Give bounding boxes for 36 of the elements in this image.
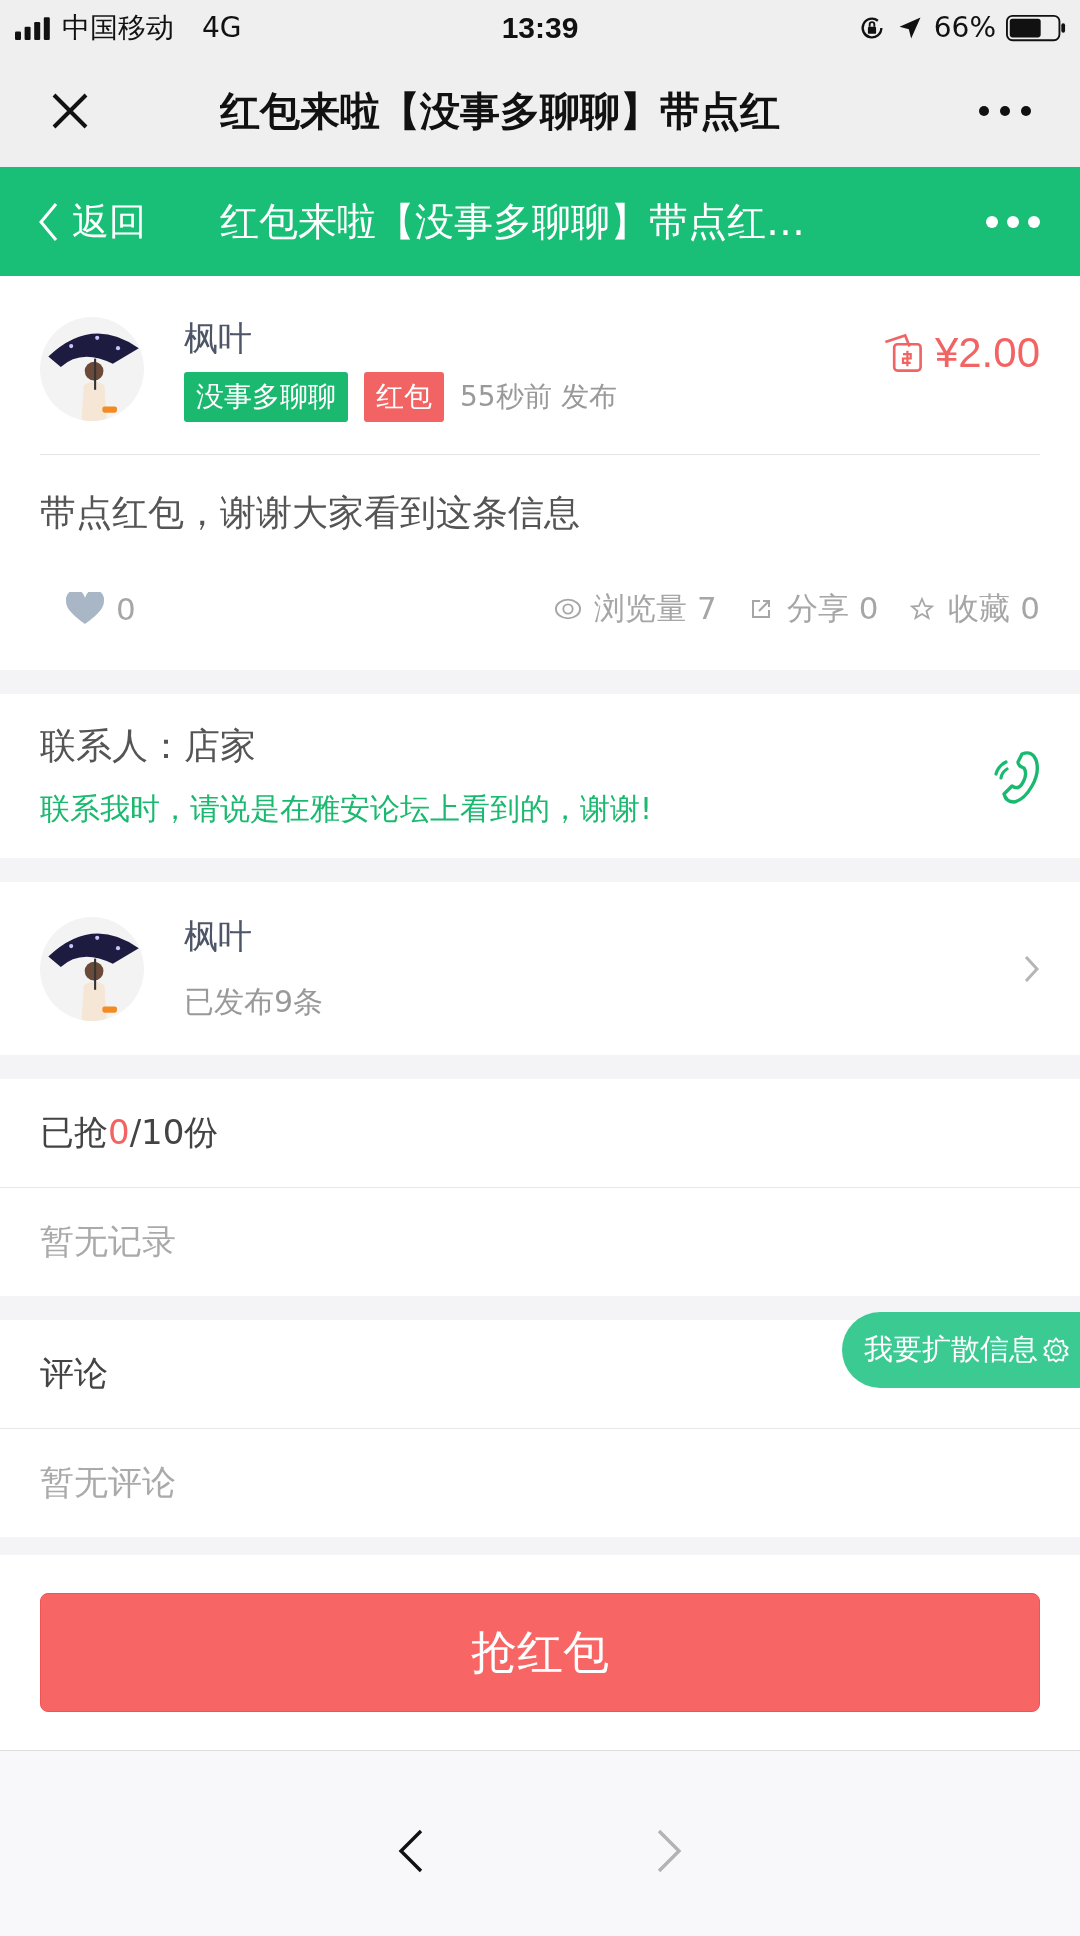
post-time: 55秒前 发布 [460,379,617,415]
stat-label: 浏览量 7 [594,589,717,628]
author-name: 枫叶 [184,317,253,360]
signal-icon [14,15,52,40]
chevron-right-icon[interactable] [1024,954,1040,983]
more-icon[interactable] [978,105,1032,117]
clock-time: 13:39 [501,10,579,45]
carrier-name: 中国移动 [62,9,174,46]
empty-comments: 暂无评论 [39,1461,177,1504]
heart-icon[interactable] [66,592,104,626]
contact-name: 联系人：店家 [40,724,257,768]
network-type: 4G [202,11,242,44]
stat-label: 分享 0 [786,589,879,628]
stat-label: 收藏 0 [948,589,1040,628]
contact-note: 联系我时，请说是在雅安论坛上看到的，谢谢! [40,790,654,828]
back-button[interactable]: 返回 [38,196,146,247]
gear-icon [1042,1336,1070,1364]
publisher-name: 枫叶 [184,915,253,958]
empty-record: 暂无记录 [39,1220,177,1263]
grab-button[interactable]: 抢红包 [40,1593,1040,1712]
category-tag: 红包 [364,372,444,422]
post-content: 带点红包，谢谢大家看到这条信息 [40,491,581,535]
phone-icon[interactable] [992,748,1040,804]
post-count: 已发布9条 [184,983,325,1021]
reward-amount: ¥2.00 [934,329,1040,377]
section-title: 评论 [40,1352,108,1395]
battery-icon [1006,13,1066,42]
header-title: 红包来啦【没事多聊聊】带点红… [220,197,806,246]
battery-percent: 66% [933,11,996,44]
close-icon[interactable] [50,91,90,131]
like-count: 0 [116,591,136,627]
page-title: 红包来啦【没事多聊聊】带点红 [220,86,781,136]
spread-info-button[interactable]: 我要扩散信息 [842,1312,1080,1388]
category-tag: 没事多聊聊 [184,372,348,422]
chevron-left-icon [38,201,58,242]
eye-icon [554,597,583,621]
